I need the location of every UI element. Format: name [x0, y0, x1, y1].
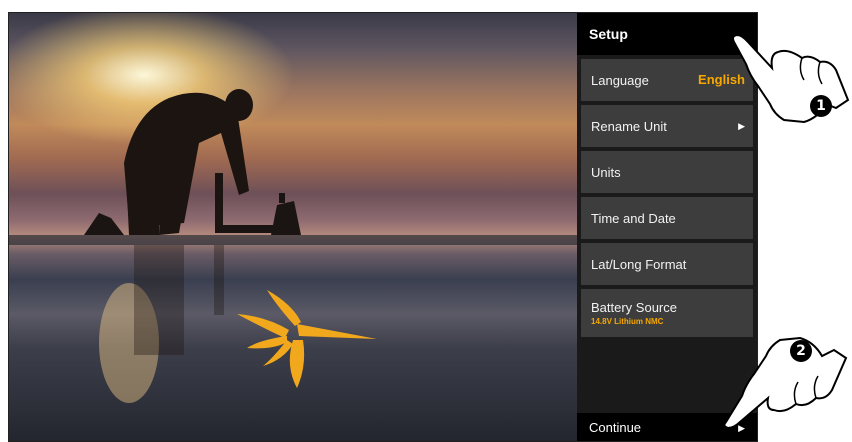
fisherman-silhouette	[124, 89, 253, 235]
menu-item-units[interactable]: Units	[581, 151, 753, 193]
ice-fishing-scene	[9, 89, 577, 403]
hand-pointer-icon	[732, 33, 850, 124]
callout-number-1: 1	[810, 95, 832, 117]
callout-number-2: 2	[790, 340, 812, 362]
menu-item-label: Lat/Long Format	[591, 256, 687, 272]
hummingbird-logo	[237, 290, 377, 388]
menu-item-lat-long-format[interactable]: Lat/Long Format	[581, 243, 753, 285]
ice-equipment	[84, 193, 301, 235]
menu-item-label: Units	[591, 164, 621, 180]
hand-pointer-icon	[723, 336, 848, 430]
device-screen: Setup Language English Rename Unit ▶ Uni…	[8, 12, 758, 442]
menu-item-label: Battery Source	[591, 300, 677, 315]
menu-item-time-and-date[interactable]: Time and Date	[581, 197, 753, 239]
background-photo	[9, 13, 577, 441]
menu-item-label: Time and Date	[591, 210, 676, 226]
continue-label: Continue	[589, 420, 642, 435]
